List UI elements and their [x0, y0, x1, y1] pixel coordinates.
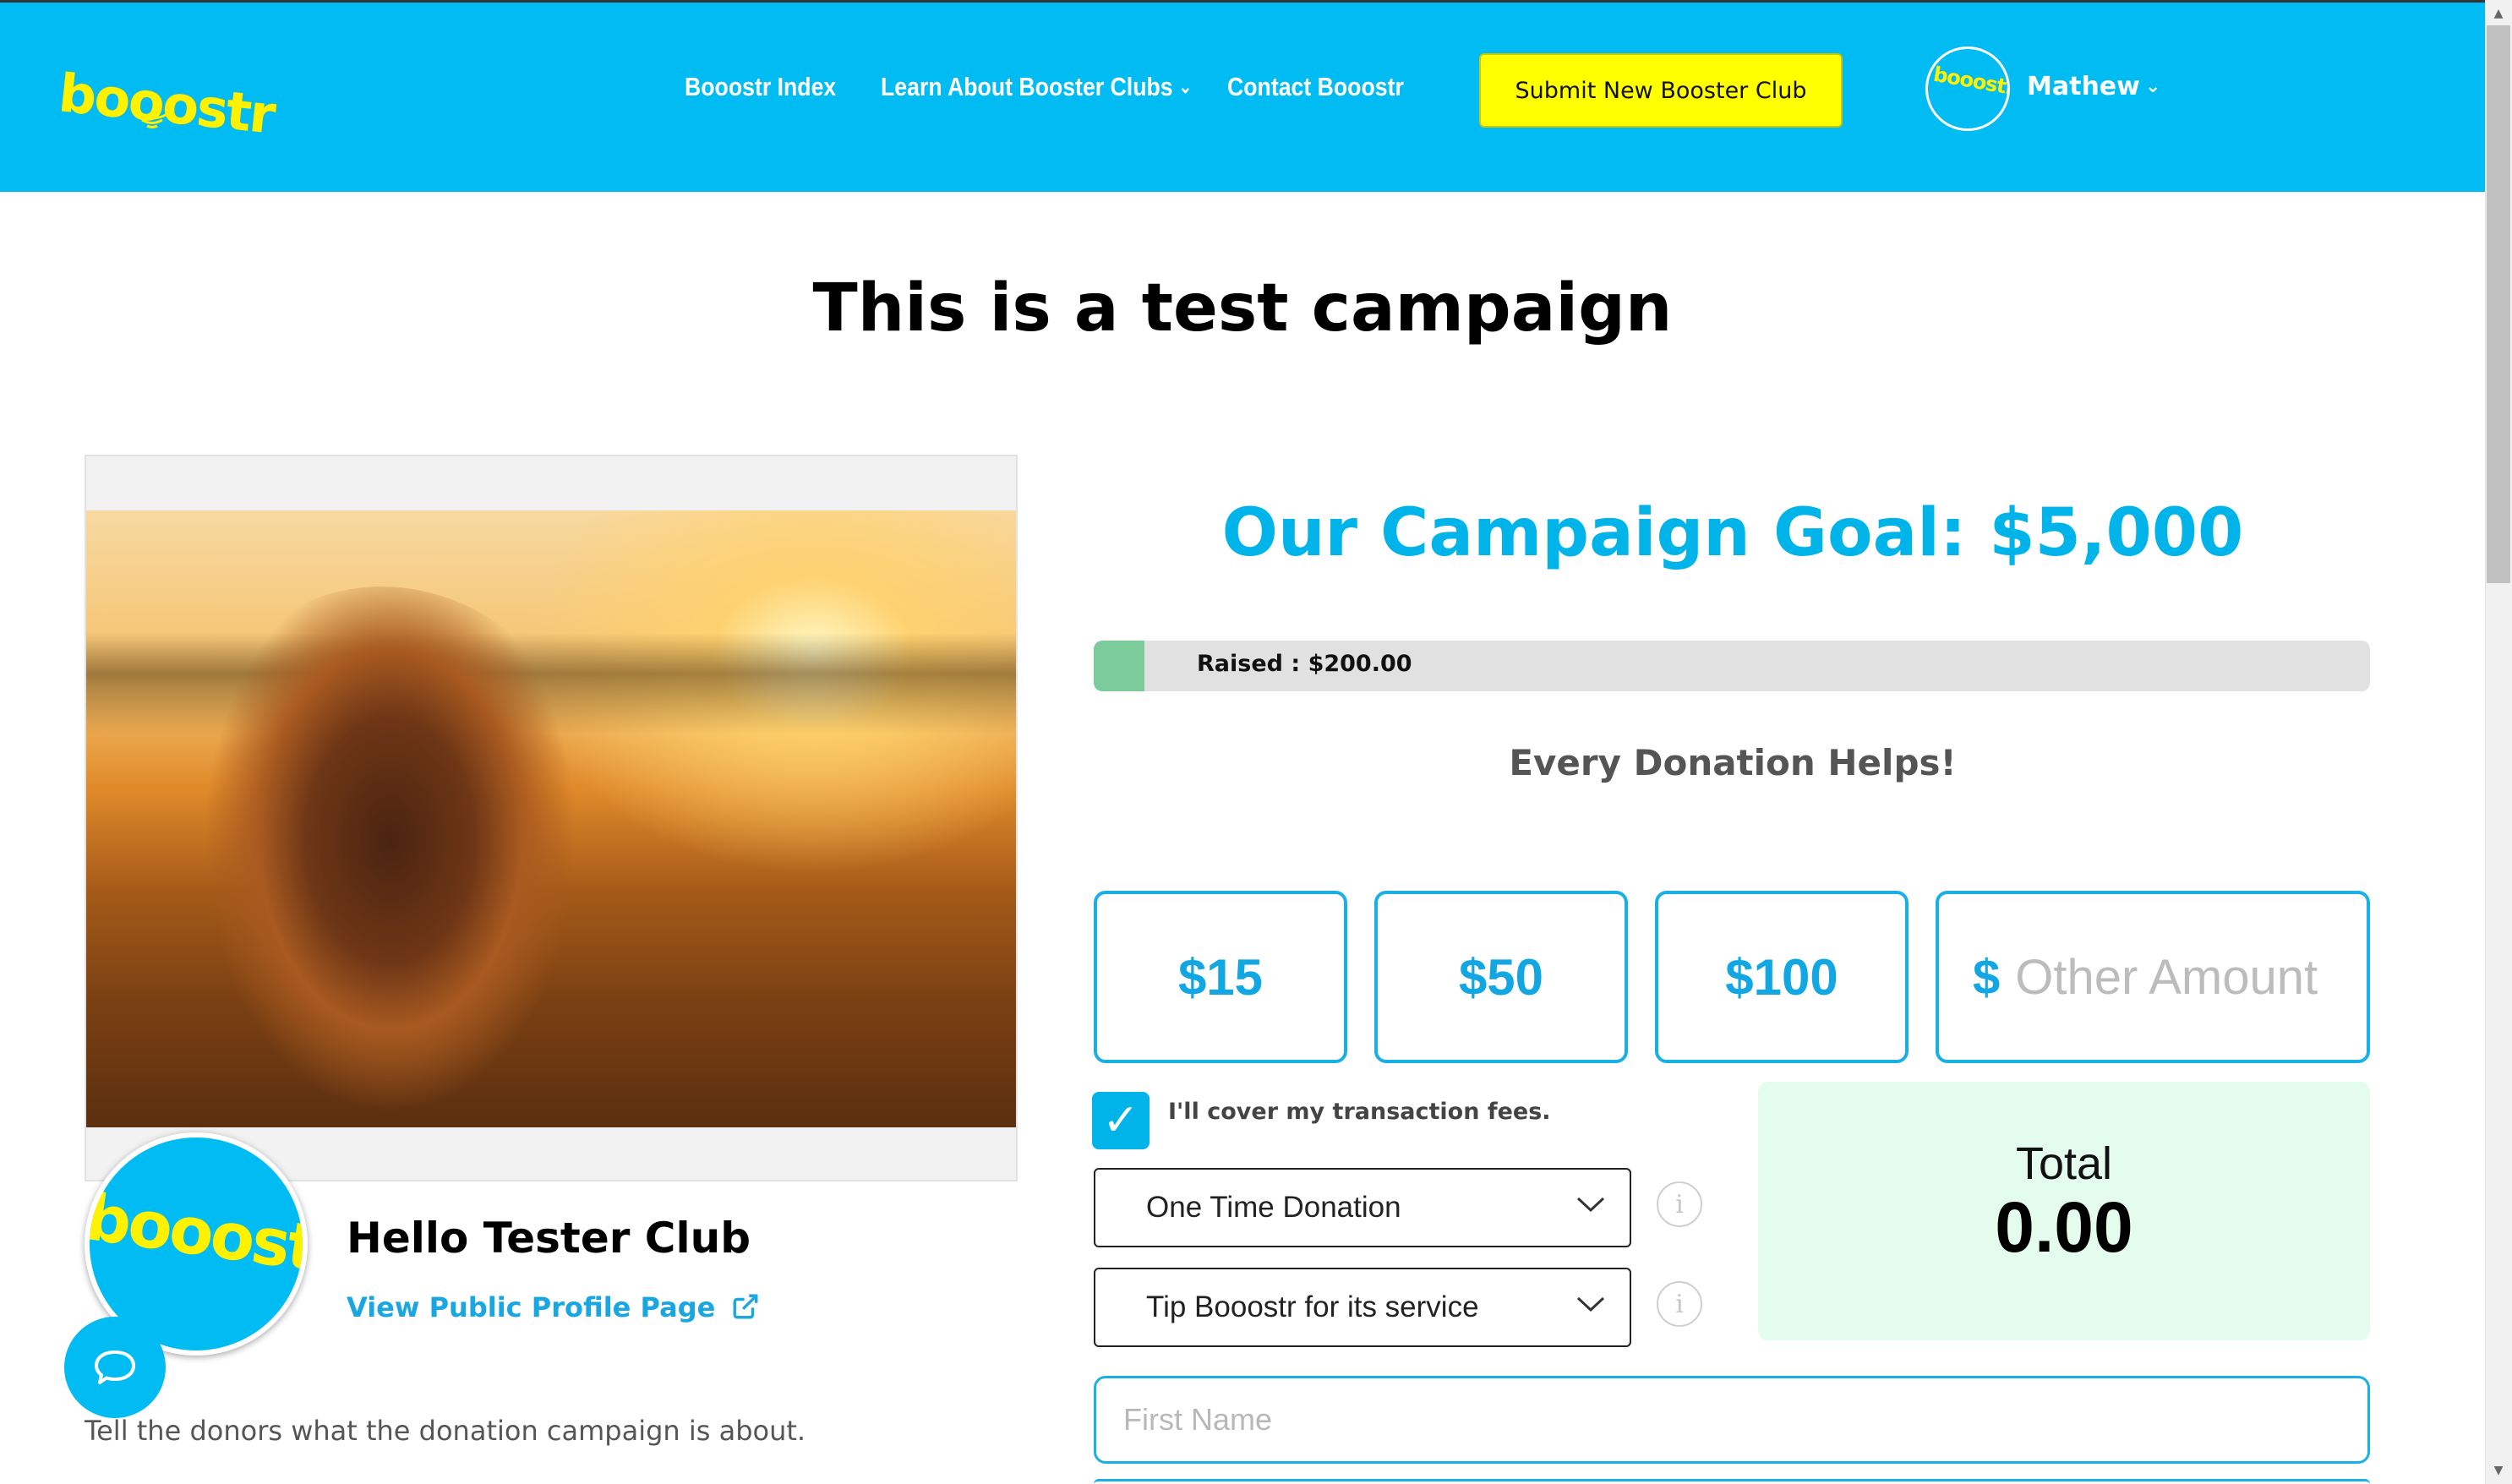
cover-fees-checkbox[interactable]: ✓	[1092, 1092, 1150, 1149]
total-label: Total	[2015, 1138, 2113, 1189]
info-icon[interactable]: i	[1657, 1281, 1702, 1327]
donation-frequency-select[interactable]: One Time Donation	[1094, 1168, 1631, 1247]
campaign-photo	[86, 510, 1016, 1127]
other-amount-input[interactable]: $ Other Amount	[1936, 891, 2370, 1063]
club-avatar-brand: booostr	[85, 1178, 308, 1290]
first-name-input[interactable]	[1094, 1376, 2370, 1464]
checkmark-icon: ✓	[1102, 1095, 1139, 1146]
booostr-logo[interactable]: booostr	[56, 62, 277, 145]
user-menu[interactable]: Mathew ⌄	[2027, 72, 2160, 101]
external-link-icon	[734, 1294, 758, 1319]
currency-symbol: $	[1973, 949, 2001, 1005]
scroll-up-arrow-icon[interactable]: ▲	[2487, 2, 2510, 25]
avatar-brand-text: booostr	[1931, 62, 2010, 101]
chat-launcher-button[interactable]	[64, 1317, 166, 1418]
user-avatar[interactable]: booostr	[1925, 46, 2010, 131]
raised-amount-label: Raised : $200.00	[1197, 651, 1412, 677]
cover-fees-label: I'll cover my transaction fees.	[1168, 1099, 1551, 1125]
scrollbar-thumb[interactable]	[2487, 25, 2510, 583]
campaign-goal-heading: Our Campaign Goal: $5,000	[1221, 495, 2244, 571]
logo-wordmark: booostr	[56, 62, 277, 146]
club-name: Hello Tester Club	[347, 1214, 751, 1263]
amount-button-100[interactable]: $100	[1655, 891, 1909, 1063]
chevron-down-icon: ⌄	[1178, 76, 1193, 97]
chat-icon	[95, 1350, 135, 1384]
info-icon[interactable]: i	[1657, 1181, 1702, 1227]
campaign-description: Tell the donors what the donation campai…	[85, 1415, 806, 1447]
view-public-profile-link[interactable]: View Public Profile Page	[347, 1291, 760, 1323]
page-title: This is a test campaign	[812, 270, 1673, 346]
amount-button-50[interactable]: $50	[1374, 891, 1628, 1063]
nav-contact-booostr[interactable]: Contact Booostr	[1227, 72, 1404, 102]
chevron-down-icon	[1576, 1296, 1605, 1312]
top-nav-bar: booostr Booostr Index Learn About Booste…	[0, 0, 2485, 192]
total-value: 0.00	[1995, 1187, 2133, 1267]
scroll-down-arrow-icon[interactable]: ▼	[2487, 1459, 2510, 1482]
next-input-edge	[1094, 1479, 2370, 1484]
submit-new-booster-club-button[interactable]: Submit New Booster Club	[1479, 53, 1843, 128]
chevron-down-icon	[1576, 1197, 1605, 1213]
nav-booostr-index[interactable]: Booostr Index	[685, 72, 836, 102]
other-amount-placeholder: Other Amount	[2015, 949, 2318, 1005]
tip-select[interactable]: Tip Booostr for its service	[1094, 1268, 1631, 1347]
nav-learn-about-booster-clubs[interactable]: Learn About Booster Clubs ⌄	[881, 72, 1192, 102]
progress-fill	[1094, 641, 1145, 691]
donation-tagline: Every Donation Helps!	[1509, 742, 1957, 783]
amount-button-15[interactable]: $15	[1094, 891, 1347, 1063]
logo-wave-icon	[136, 112, 168, 128]
chevron-down-icon: ⌄	[2144, 76, 2161, 97]
